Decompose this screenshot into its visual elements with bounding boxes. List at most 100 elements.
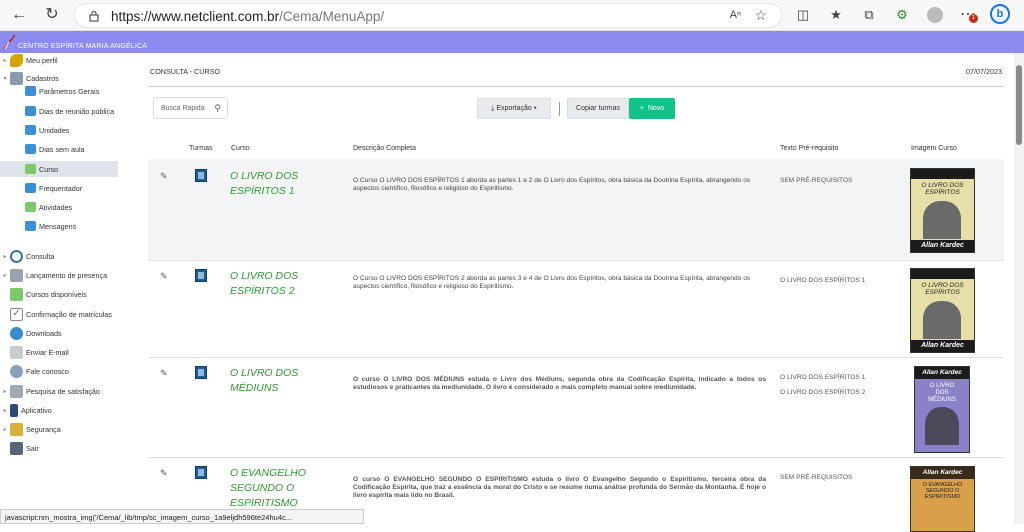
more-menu-icon[interactable]: ⋯ 1 bbox=[957, 4, 979, 26]
sidebar: ▸ Meu perfil ▾ Cadastros Parâmetros Gerais… bbox=[0, 53, 138, 524]
col-header-prereq[interactable]: Texto Pré-requisito bbox=[780, 145, 838, 152]
survey-icon bbox=[10, 384, 23, 398]
collections-icon[interactable]: ⧉ bbox=[858, 4, 880, 26]
table-icon bbox=[25, 106, 36, 116]
course-description: O Curso O LIVRO DOS ESPÍRITOS 1 aborda a… bbox=[353, 177, 751, 192]
edit-icon[interactable]: ✎ bbox=[160, 368, 169, 378]
sidebar-item-seguranca[interactable]: ▸ Segurança bbox=[0, 421, 138, 437]
course-image[interactable]: O LIVRO DOS ESPÍRITOS Allan Kardec bbox=[910, 168, 975, 253]
course-name[interactable]: O LIVRO DOS MÉDIUNS bbox=[230, 366, 330, 396]
sidebar-item-unidades[interactable]: Unidades bbox=[0, 122, 138, 138]
prereq-text: SEM PRÉ-REQUISITOS bbox=[780, 177, 853, 184]
sidebar-item-dias-reuniao[interactable]: Dias de reunião pública bbox=[0, 103, 138, 119]
phone-icon bbox=[10, 403, 18, 417]
export-button[interactable]: ⤓ Exportação ▾ bbox=[477, 98, 551, 119]
lock-icon bbox=[89, 10, 99, 22]
new-button[interactable]: + Novo bbox=[629, 98, 675, 119]
header-divider bbox=[148, 86, 1004, 87]
table-icon bbox=[25, 183, 36, 193]
col-header-curso[interactable]: Curso bbox=[231, 145, 250, 152]
table-row: ✎ O LIVRO DOS ESPÍRITOS 1 O Curso O LIVR… bbox=[148, 159, 1004, 261]
split-screen-icon[interactable]: ◫ bbox=[792, 4, 814, 26]
table-green-icon bbox=[25, 164, 36, 174]
sidebar-item-dias-sem-aula[interactable]: Dias sem aula bbox=[0, 141, 138, 157]
sidebar-item-cursos-disponiveis[interactable]: Cursos disponíveis bbox=[0, 286, 138, 302]
page-scrollbar[interactable] bbox=[1014, 53, 1024, 524]
caret-down-icon: ▾ bbox=[533, 105, 537, 112]
page-date: 07/07/2023 bbox=[966, 67, 1002, 76]
course-name[interactable]: O EVANGELHO SEGUNDO O ESPIRITISMO bbox=[230, 466, 330, 511]
padlock-icon bbox=[10, 422, 23, 436]
toolbar-separator bbox=[559, 102, 560, 116]
sidebar-item-parametros-gerais[interactable]: Parâmetros Gerais bbox=[0, 83, 138, 99]
turmas-icon[interactable] bbox=[195, 169, 207, 182]
sidebar-item-lancamento-presenca[interactable]: ▸ Lançamento de presença bbox=[0, 267, 138, 283]
favorite-star-icon[interactable]: ☆ bbox=[754, 7, 767, 24]
url-host: https://www.netclient.com.br bbox=[111, 9, 280, 24]
plus-icon: + bbox=[639, 105, 644, 112]
sidebar-item-atividades[interactable]: Atividades bbox=[0, 199, 138, 215]
col-header-descricao[interactable]: Descrição Completa bbox=[353, 145, 416, 152]
table-row: ✎ O LIVRO DOS ESPÍRITOS 2 O Curso O LIVR… bbox=[148, 261, 1004, 358]
prereq-item: O LIVRO DOS ESPÍRITOS 1 bbox=[780, 374, 866, 381]
copy-turmas-button[interactable]: Copiar turmas bbox=[567, 98, 629, 119]
exit-icon bbox=[10, 441, 23, 455]
course-image[interactable]: Allan Kardec O LIVRO DOS MÉDIUNS bbox=[914, 366, 970, 453]
edit-icon[interactable]: ✎ bbox=[160, 468, 169, 478]
profile-avatar[interactable] bbox=[924, 4, 946, 26]
sidebar-item-sair[interactable]: Sair bbox=[0, 440, 138, 456]
scrollbar-thumb[interactable] bbox=[1016, 65, 1022, 145]
address-bar[interactable]: https://www.netclient.com.br/Cema/MenuAp… bbox=[74, 3, 782, 28]
col-header-turmas[interactable]: Turmas bbox=[189, 145, 212, 152]
col-header-imagem[interactable]: Imagem Curso bbox=[911, 145, 957, 152]
search-icon[interactable]: ⚲ bbox=[214, 103, 221, 114]
course-name[interactable]: O LIVRO DOS ESPÍRITOS 2 bbox=[230, 269, 330, 299]
sidebar-item-enviar-email[interactable]: Enviar E-mail bbox=[0, 344, 138, 360]
sidebar-item-consulta[interactable]: ▸ Consulta bbox=[0, 248, 138, 264]
prereq-text: O LIVRO DOS ESPÍRITOS 1 O LIVRO DOS ESPÍ… bbox=[780, 370, 890, 400]
table-green-icon bbox=[25, 202, 36, 212]
clipboard-icon bbox=[10, 268, 23, 282]
sidebar-item-downloads[interactable]: Downloads bbox=[0, 325, 138, 341]
sidebar-item-pesquisa-satisfacao[interactable]: ▸ Pesquisa de satisfação bbox=[0, 383, 138, 399]
table-icon bbox=[25, 125, 36, 135]
sidebar-item-mensagens[interactable]: Mensagens bbox=[0, 218, 138, 234]
edit-icon[interactable]: ✎ bbox=[160, 271, 169, 281]
page-title: CONSULTA - CURSO bbox=[150, 67, 221, 76]
notification-badge: 1 bbox=[969, 14, 978, 23]
prereq-item: O LIVRO DOS ESPÍRITOS 2 bbox=[780, 389, 866, 396]
sidebar-item-curso[interactable]: Curso bbox=[0, 161, 118, 177]
key-icon bbox=[10, 53, 23, 67]
search-input[interactable]: Busca Rapida ⚲ bbox=[153, 97, 228, 119]
reload-icon[interactable]: ↻ bbox=[41, 4, 63, 26]
prereq-text: SEM PRÉ-REQUISITOS bbox=[780, 474, 853, 481]
checkbox-icon: ✓ bbox=[10, 307, 23, 321]
turmas-icon[interactable] bbox=[195, 466, 207, 479]
sidebar-item-meu-perfil[interactable]: ▸ Meu perfil bbox=[0, 52, 138, 68]
course-image[interactable]: Allan Kardec O EVANGELHO SEGUNDO O ESPIR… bbox=[910, 466, 975, 532]
sidebar-item-aplicativo[interactable]: ▸ Aplicativo bbox=[0, 402, 138, 418]
sidebar-item-confirmacao-matriculas[interactable]: ✓ Confirmação de matrículas bbox=[0, 306, 138, 322]
course-name[interactable]: O LIVRO DOS ESPÍRITOS 1 bbox=[230, 169, 330, 199]
edit-icon[interactable]: ✎ bbox=[160, 171, 169, 181]
sidebar-item-fale-conosco[interactable]: Fale conosco bbox=[0, 363, 138, 379]
course-image[interactable]: O LIVRO DOS ESPÍRITOS Allan Kardec bbox=[910, 268, 975, 353]
copilot-icon[interactable]: b bbox=[990, 4, 1012, 26]
table-icon bbox=[25, 144, 36, 154]
app-header: CENTRO ESPÍRITA MARIA ANGÉLICA bbox=[0, 31, 1024, 53]
turmas-icon[interactable] bbox=[195, 366, 207, 379]
read-aloud-icon[interactable]: Aⁿ bbox=[730, 9, 741, 21]
app-title: CENTRO ESPÍRITA MARIA ANGÉLICA bbox=[18, 43, 148, 50]
course-description: O Curso O LIVRO DOS ESPÍRITOS 2 aborda a… bbox=[353, 275, 751, 290]
sidebar-item-frequentador[interactable]: Frequentador bbox=[0, 180, 138, 196]
favorites-icon[interactable]: ★ bbox=[825, 4, 847, 26]
back-icon[interactable]: ← bbox=[8, 4, 30, 26]
extension-icon[interactable]: ⚙ bbox=[891, 4, 913, 26]
magnifier-icon bbox=[10, 249, 23, 263]
prereq-text: O LIVRO DOS ESPÍRITOS 1 bbox=[780, 277, 866, 284]
table-icon bbox=[25, 221, 36, 231]
table-icon bbox=[25, 86, 36, 96]
main-content: CONSULTA - CURSO 07/07/2023 Busca Rapida… bbox=[138, 53, 1014, 532]
status-bar: javascript:nm_mostra_img('/Cema/_lib/tmp… bbox=[0, 509, 364, 524]
turmas-icon[interactable] bbox=[195, 269, 207, 282]
